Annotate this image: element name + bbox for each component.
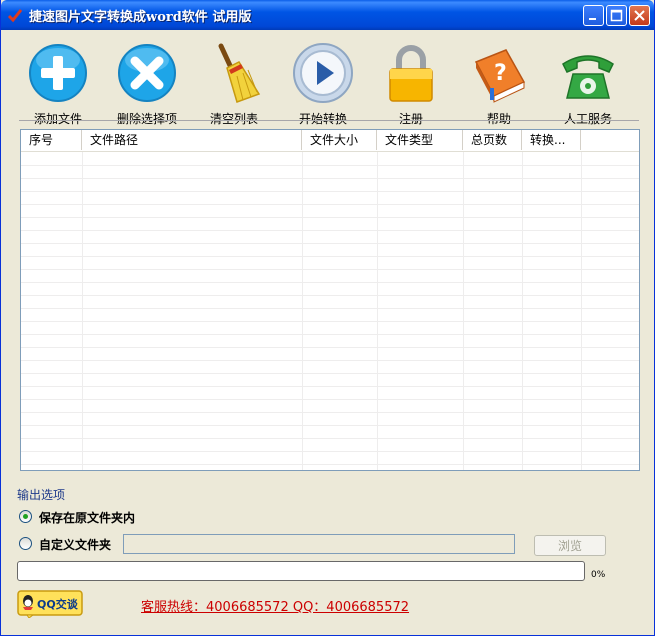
close-icon bbox=[634, 10, 645, 21]
table-row-line bbox=[21, 191, 639, 192]
broom-icon bbox=[218, 43, 261, 103]
table-row-line bbox=[21, 451, 639, 452]
save-in-source-label[interactable]: 保存在原文件夹内 bbox=[39, 509, 135, 526]
table-header: 序号 文件路径 文件大小 文件类型 总页数 转换... bbox=[21, 130, 639, 152]
qq-chat-label: QQ交谈 bbox=[37, 598, 78, 611]
maximize-icon bbox=[610, 9, 623, 22]
custom-folder-input[interactable] bbox=[123, 534, 515, 554]
table-row-line bbox=[21, 308, 639, 309]
table-row-line bbox=[21, 399, 639, 400]
help-label: 帮助 bbox=[486, 112, 511, 126]
table-row-line bbox=[21, 204, 639, 205]
close-button[interactable] bbox=[629, 5, 650, 26]
custom-folder-radio[interactable] bbox=[19, 537, 32, 550]
save-in-source-radio[interactable] bbox=[19, 510, 32, 523]
x-circle-icon bbox=[118, 44, 176, 102]
table-row-line bbox=[21, 347, 639, 348]
column-header-convert[interactable]: 转换... bbox=[522, 130, 581, 150]
conversion-progress-bar bbox=[17, 561, 585, 581]
table-row-line bbox=[21, 269, 639, 270]
table-row-line bbox=[21, 165, 639, 166]
minimize-icon bbox=[589, 18, 596, 20]
padlock-icon bbox=[389, 45, 433, 102]
title-bar[interactable]: 捷速图片文字转换成word软件 试用版 bbox=[1, 0, 654, 30]
table-row-line bbox=[21, 360, 639, 361]
start-convert-label: 开始转换 bbox=[298, 112, 347, 126]
service-hotline-link[interactable]: 客服热线：4006685572 QQ：4006685572 bbox=[141, 596, 409, 615]
table-column-line bbox=[581, 152, 582, 470]
table-row-line bbox=[21, 217, 639, 218]
clear-list-button[interactable]: 清空列表 bbox=[189, 38, 279, 126]
add-file-button[interactable]: 添加文件 bbox=[13, 38, 103, 126]
column-header-pages[interactable]: 总页数 bbox=[463, 130, 522, 150]
help-button[interactable]: ? 帮助 bbox=[454, 38, 544, 126]
app-window: 捷速图片文字转换成word软件 试用版 添加文件 删除选择项 清空列表 开始转换… bbox=[0, 0, 655, 636]
table-row-line bbox=[21, 178, 639, 179]
column-header-index[interactable]: 序号 bbox=[21, 130, 82, 150]
column-header-type[interactable]: 文件类型 bbox=[377, 130, 463, 150]
table-column-line bbox=[463, 152, 464, 470]
table-row-line bbox=[21, 373, 639, 374]
human-service-button[interactable]: 人工服务 bbox=[543, 38, 633, 126]
table-row-line bbox=[21, 334, 639, 335]
column-header-path[interactable]: 文件路径 bbox=[82, 130, 302, 150]
output-options-title: 输出选项 bbox=[17, 488, 66, 502]
table-column-line bbox=[82, 152, 83, 470]
toolbar: 添加文件 删除选择项 清空列表 开始转换 注册 ? 帮助 人工服务 bbox=[1, 30, 654, 126]
minimize-button[interactable] bbox=[583, 5, 604, 26]
svg-text:?: ? bbox=[494, 61, 507, 86]
table-column-line bbox=[377, 152, 378, 470]
maximize-button[interactable] bbox=[606, 5, 627, 26]
plus-circle-icon bbox=[29, 44, 87, 102]
table-row-line bbox=[21, 438, 639, 439]
add-file-label: 添加文件 bbox=[33, 112, 82, 126]
app-check-icon bbox=[7, 9, 23, 23]
table-body bbox=[21, 152, 639, 470]
toolbar-separator bbox=[19, 120, 639, 121]
telephone-icon bbox=[562, 55, 614, 99]
play-circle-icon bbox=[293, 43, 353, 103]
table-row-line bbox=[21, 295, 639, 296]
file-list-table[interactable]: 序号 文件路径 文件大小 文件类型 总页数 转换... bbox=[20, 129, 640, 471]
table-row-line bbox=[21, 386, 639, 387]
table-row-line bbox=[21, 230, 639, 231]
table-row-line bbox=[21, 412, 639, 413]
qq-chat-button[interactable]: QQ交谈 bbox=[17, 590, 85, 619]
table-column-line bbox=[302, 152, 303, 470]
clear-list-label: 清空列表 bbox=[209, 112, 258, 126]
table-row-line bbox=[21, 425, 639, 426]
table-row-line bbox=[21, 282, 639, 283]
window-title: 捷速图片文字转换成word软件 试用版 bbox=[29, 10, 252, 25]
delete-selected-label: 删除选择项 bbox=[116, 112, 177, 126]
delete-selected-button[interactable]: 删除选择项 bbox=[102, 38, 192, 126]
table-row-line bbox=[21, 243, 639, 244]
progress-percent: 0% bbox=[591, 570, 606, 580]
table-row-line bbox=[21, 321, 639, 322]
table-row-line bbox=[21, 256, 639, 257]
table-column-line bbox=[522, 152, 523, 470]
custom-folder-label[interactable]: 自定义文件夹 bbox=[39, 536, 111, 553]
table-row-line bbox=[21, 464, 639, 465]
browse-button[interactable]: 浏览 bbox=[534, 535, 606, 556]
register-label: 注册 bbox=[398, 112, 423, 126]
column-header-size[interactable]: 文件大小 bbox=[302, 130, 377, 150]
start-convert-button[interactable]: 开始转换 bbox=[278, 38, 368, 126]
human-service-label: 人工服务 bbox=[563, 112, 612, 126]
help-book-icon: ? bbox=[474, 49, 526, 103]
register-button[interactable]: 注册 bbox=[366, 38, 456, 126]
